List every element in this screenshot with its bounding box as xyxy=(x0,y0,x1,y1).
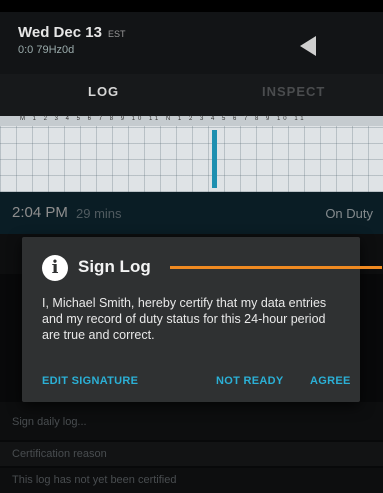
info-icon: i xyxy=(42,255,68,281)
edit-signature-button[interactable]: EDIT SIGNATURE xyxy=(42,375,138,387)
app-header: Wed Dec 13 EST 0:0 79Hz0d xyxy=(0,12,383,74)
log-date: Wed Dec 13 EST xyxy=(18,24,125,41)
graph-duty-segment xyxy=(212,130,217,188)
back-arrow-icon[interactable] xyxy=(300,36,316,56)
status-bar xyxy=(0,0,383,12)
certification-text: I, Michael Smith, hereby certify that my… xyxy=(42,296,327,342)
sign-log-dialog: i Sign Log I, Michael Smith, hereby cert… xyxy=(22,237,382,402)
log-date-text: Wed Dec 13 xyxy=(18,24,102,41)
graph-hour-ticks: M 1 2 3 4 5 6 7 8 9 10 11 N 1 2 3 4 5 6 … xyxy=(20,116,307,122)
timezone-label: EST xyxy=(107,29,126,39)
orange-pointer-line xyxy=(170,266,382,269)
agree-button[interactable]: AGREE xyxy=(310,375,351,387)
tab-bar: LOG INSPECT xyxy=(0,74,383,190)
header-subtitle: 0:0 79Hz0d xyxy=(18,44,75,56)
dialog-title: Sign Log xyxy=(78,257,151,276)
duty-status-graph[interactable]: M 1 2 3 4 5 6 7 8 9 10 11 N 1 2 3 4 5 6 … xyxy=(0,116,383,192)
tab-inspect[interactable]: INSPECT xyxy=(262,84,325,99)
tab-log[interactable]: LOG xyxy=(88,84,119,99)
not-ready-button[interactable]: NOT READY xyxy=(216,375,283,387)
